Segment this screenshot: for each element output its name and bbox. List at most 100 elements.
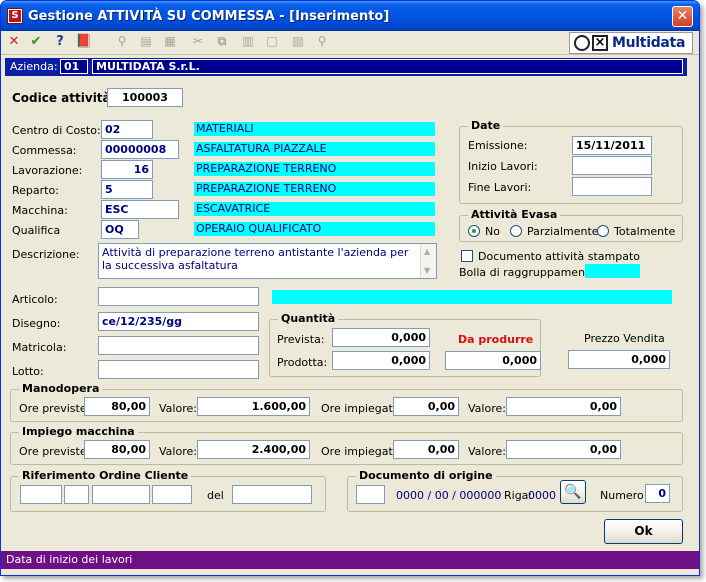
inizio-lavori-input[interactable]: [572, 156, 652, 175]
lavorazione-label: Lavorazione:: [12, 164, 83, 177]
impiego-valore2-input[interactable]: 0,00: [506, 440, 621, 459]
window-title: Gestione ATTIVITÀ SU COMMESSA - [Inserim…: [28, 9, 390, 24]
impiego-valore-label: Valore:: [159, 445, 197, 458]
riferimento-numero-input[interactable]: [152, 485, 192, 504]
help-icon[interactable]: ?: [51, 34, 69, 52]
prevista-input[interactable]: 0,000: [332, 328, 430, 347]
commessa-input[interactable]: 00000008: [101, 140, 179, 159]
qualifica-label: Qualifica: [12, 224, 61, 237]
scroll-down-icon[interactable]: ▼: [424, 264, 430, 277]
binoculars-icon[interactable]: ⚲: [113, 34, 131, 52]
lotto-label: Lotto:: [12, 365, 44, 378]
search-icon[interactable]: ⚲: [313, 34, 331, 52]
descrizione-scrollbar[interactable]: ▲ ▼: [420, 244, 436, 278]
evasa-no-radio[interactable]: [468, 225, 480, 237]
manodopera-group: Manodopera Ore previste: 80,00 Valore: 1…: [10, 382, 683, 422]
matricola-input[interactable]: [98, 336, 259, 355]
documento-tipo-input[interactable]: [356, 485, 385, 504]
impiego-ore-previste-input[interactable]: 80,00: [84, 440, 150, 459]
descrizione-textarea[interactable]: Attività di preparazione terreno antista…: [98, 243, 437, 279]
riferimento-tipo-input[interactable]: [20, 485, 62, 504]
codice-input[interactable]: 100003: [107, 88, 183, 107]
cut-icon[interactable]: ✂: [189, 34, 207, 52]
print-preview-icon[interactable]: ▦: [161, 34, 179, 52]
codice-label: Codice attività:: [12, 91, 116, 105]
riferimento-serie-input[interactable]: [64, 485, 89, 504]
azienda-name: MULTIDATA S.r.L.: [92, 59, 683, 74]
centro-costo-desc: MATERIALI: [194, 122, 435, 136]
confirm-icon[interactable]: ✔: [27, 34, 45, 52]
lavorazione-input[interactable]: 16: [101, 160, 153, 179]
fine-lavori-input[interactable]: [572, 177, 652, 196]
manodopera-ore-impiegate-label: Ore impiegate:: [321, 402, 404, 415]
documento-numero-label: Numero:: [600, 489, 648, 502]
book-icon[interactable]: 📕: [75, 34, 93, 52]
descrizione-label: Descrizione:: [12, 248, 80, 261]
centro-costo-label: Centro di Costo:: [12, 124, 101, 137]
evasa-parziale-radio[interactable]: [510, 225, 522, 237]
logo-text: Multidata: [612, 35, 686, 51]
scroll-up-icon[interactable]: ▲: [424, 245, 430, 258]
emissione-input[interactable]: 15/11/2011: [572, 136, 652, 155]
impiego-valore-input[interactable]: 2.400,00: [197, 440, 310, 459]
magnifier-icon: 🔍: [564, 484, 582, 500]
manodopera-ore-previste-input[interactable]: 80,00: [84, 397, 150, 416]
descrizione-text: Attività di preparazione terreno antista…: [102, 246, 409, 272]
documento-search-button[interactable]: 🔍: [560, 480, 586, 504]
lotto-input[interactable]: [98, 360, 259, 379]
prezzo-vendita-input[interactable]: 0,000: [568, 350, 670, 369]
riferimento-anno-input[interactable]: [92, 485, 150, 504]
lavorazione-desc: PREPARAZIONE TERRENO: [194, 162, 435, 176]
stampato-checkbox[interactable]: [461, 250, 473, 262]
da-produrre-input[interactable]: 0,000: [445, 351, 541, 370]
inizio-lavori-label: Inizio Lavori:: [468, 160, 538, 173]
prezzo-vendita-label: Prezzo Vendita: [584, 332, 665, 345]
evasa-parziale-label: Parzialmente: [527, 225, 599, 238]
disegno-label: Disegno:: [12, 317, 61, 330]
copy-icon[interactable]: ⧉: [213, 34, 231, 52]
title-bar[interactable]: S Gestione ATTIVITÀ SU COMMESSA - [Inser…: [1, 1, 699, 31]
fine-lavori-label: Fine Lavori:: [468, 181, 532, 194]
articolo-input[interactable]: [98, 287, 259, 306]
multidata-logo: × Multidata: [569, 32, 693, 54]
paste-icon[interactable]: ▥: [239, 34, 257, 52]
prodotta-input[interactable]: 0,000: [332, 351, 430, 370]
commessa-label: Commessa:: [12, 144, 77, 157]
azienda-code: 01: [60, 59, 88, 74]
centro-costo-input[interactable]: 02: [101, 120, 153, 139]
prodotta-label: Prodotta:: [277, 356, 328, 369]
impiego-ore-impiegate-label: Ore impiegate:: [321, 445, 404, 458]
riferimento-ordine-title: Riferimento Ordine Cliente: [19, 469, 192, 482]
disegno-input[interactable]: ce/12/235/gg: [98, 312, 259, 331]
evasa-totale-radio[interactable]: [597, 225, 609, 237]
window-close-button[interactable]: ✕: [672, 6, 693, 27]
riferimento-data-input[interactable]: [232, 485, 312, 504]
status-bar: Data di inizio dei lavori: [1, 551, 699, 569]
print-icon[interactable]: ▤: [137, 34, 155, 52]
ok-button[interactable]: Ok: [604, 519, 683, 544]
documento-ref: 0000 / 00 / 000000: [396, 489, 502, 502]
close-icon[interactable]: ✕: [5, 34, 23, 52]
date-group-title: Date: [468, 119, 504, 132]
bolla-label: Bolla di raggruppamento:: [459, 266, 600, 279]
reparto-input[interactable]: 5: [101, 180, 153, 199]
reparto-label: Reparto:: [12, 184, 59, 197]
matricola-label: Matricola:: [12, 341, 67, 354]
export-icon[interactable]: ▧: [289, 34, 307, 52]
impiego-macchina-group: Impiego macchina Ore previste: 80,00 Val…: [10, 425, 683, 465]
documento-numero-input[interactable]: 0: [645, 484, 670, 503]
manodopera-valore2-input[interactable]: 0,00: [506, 397, 621, 416]
macchina-input[interactable]: ESC: [101, 200, 179, 219]
documento-origine-group: Documento di origine 0000 / 00 / 000000 …: [347, 469, 683, 512]
manodopera-ore-previste-label: Ore previste:: [19, 402, 91, 415]
evasa-totale-label: Totalmente: [614, 225, 676, 238]
qualifica-input[interactable]: OQ: [101, 220, 139, 239]
manodopera-ore-impiegate-input[interactable]: 0,00: [393, 397, 459, 416]
impiego-ore-impiegate-input[interactable]: 0,00: [393, 440, 459, 459]
new-icon[interactable]: □: [263, 34, 281, 52]
emissione-label: Emissione:: [468, 139, 528, 152]
manodopera-valore-input[interactable]: 1.600,00: [197, 397, 310, 416]
date-group: Date Emissione: 15/11/2011 Inizio Lavori…: [459, 119, 683, 204]
app-icon: S: [7, 8, 23, 24]
da-produrre-label: Da produrre: [458, 333, 534, 346]
